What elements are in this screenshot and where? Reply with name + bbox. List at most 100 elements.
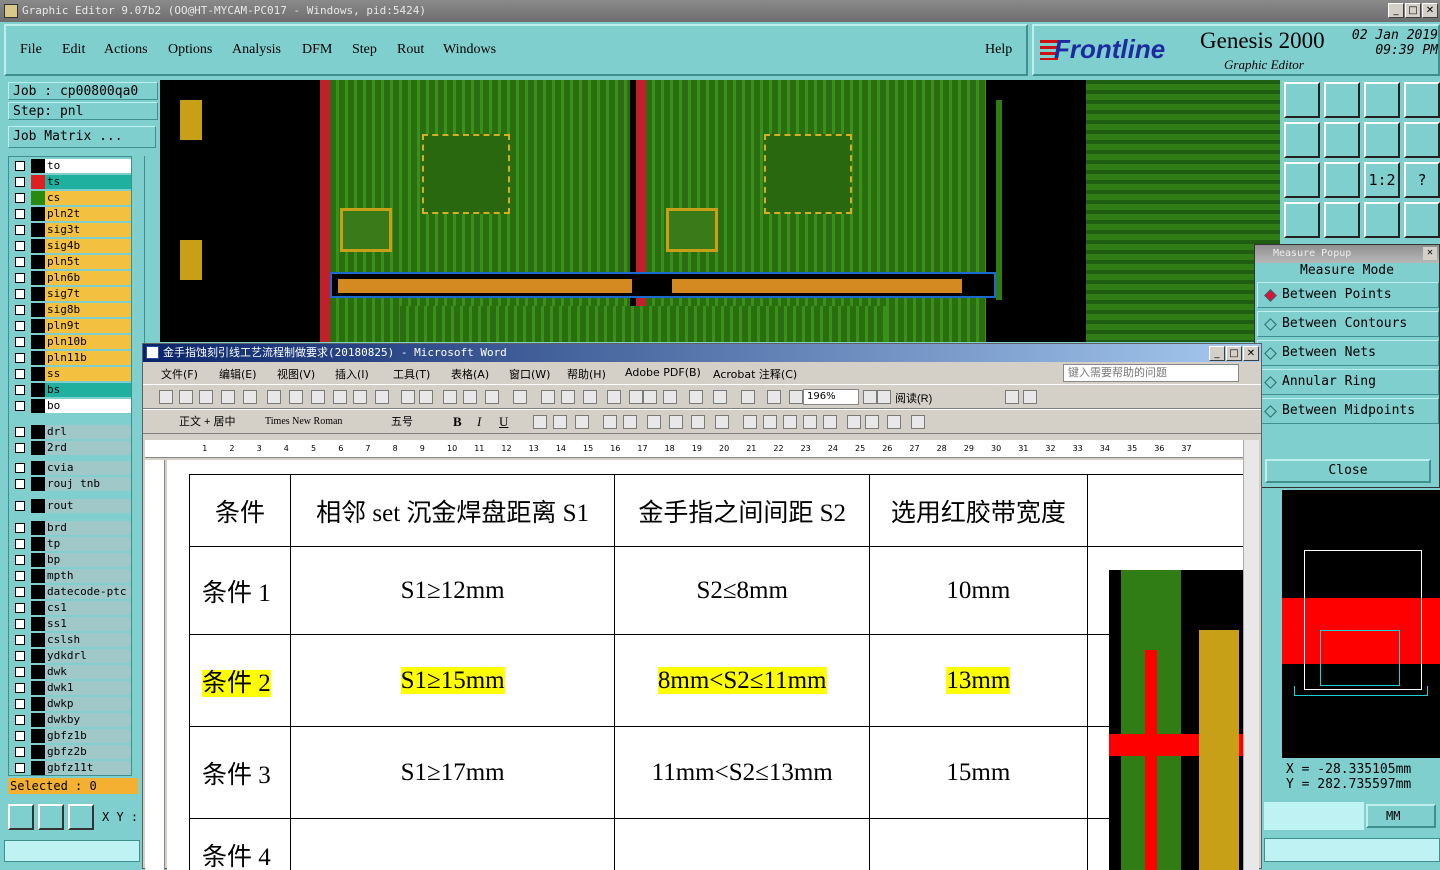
- word-menu-help[interactable]: 帮助(H): [567, 366, 606, 382]
- layer-row[interactable]: rout: [9, 499, 133, 513]
- layer-color-swatch[interactable]: [31, 367, 45, 381]
- down-icon[interactable]: [1324, 82, 1360, 118]
- layer-color-swatch[interactable]: [31, 175, 45, 189]
- layer-checkbox[interactable]: [15, 715, 25, 725]
- layer-color-swatch[interactable]: [31, 425, 45, 439]
- layer-color-swatch[interactable]: [31, 553, 45, 567]
- tool-icon[interactable]: [1284, 202, 1320, 238]
- measure-option-between-midpoints[interactable]: Between Midpoints: [1257, 398, 1439, 424]
- layer-a-icon[interactable]: [1364, 202, 1400, 238]
- toolbar-button-icon[interactable]: [267, 390, 281, 404]
- layer-color-swatch[interactable]: [31, 335, 45, 349]
- layer-checkbox[interactable]: [15, 289, 25, 299]
- measure-close-button[interactable]: Close: [1265, 459, 1431, 483]
- toolbar-button-icon[interactable]: [663, 390, 677, 404]
- layer-row[interactable]: sig4b: [9, 239, 133, 253]
- layer-b-icon[interactable]: [1404, 202, 1440, 238]
- layer-checkbox[interactable]: [15, 479, 25, 489]
- layer-checkbox[interactable]: [15, 241, 25, 251]
- toolbar-button-icon[interactable]: [863, 390, 877, 404]
- right-icon[interactable]: [1324, 122, 1360, 158]
- measure-option-between-contours[interactable]: Between Contours: [1257, 311, 1439, 337]
- layer-row[interactable]: cslsh: [9, 633, 133, 647]
- pcb-graphic-view[interactable]: [160, 80, 1280, 342]
- layer-checkbox[interactable]: [15, 683, 25, 693]
- toolbar-button-icon[interactable]: [877, 390, 891, 404]
- center-icon[interactable]: [1324, 162, 1360, 198]
- toolbar-button-icon[interactable]: [643, 390, 657, 404]
- layer-checkbox[interactable]: [15, 763, 25, 773]
- toolbar-button-icon[interactable]: [669, 415, 683, 429]
- font-select[interactable]: Times New Roman: [265, 414, 383, 430]
- home-icon[interactable]: [1284, 82, 1320, 118]
- grid-tool-icon[interactable]: [68, 804, 94, 830]
- toolbar-button-icon[interactable]: [553, 415, 567, 429]
- layer-color-swatch[interactable]: [31, 633, 45, 647]
- toolbar-button-icon[interactable]: [575, 415, 589, 429]
- toolbar-button-icon[interactable]: [713, 390, 727, 404]
- layer-row[interactable]: pln5t: [9, 255, 133, 269]
- measure-tool-icon[interactable]: [38, 804, 64, 830]
- toolbar-button-icon[interactable]: [419, 390, 433, 404]
- word-maximize-button[interactable]: □: [1226, 346, 1242, 361]
- layer-row[interactable]: dwk: [9, 665, 133, 679]
- layer-color-swatch[interactable]: [31, 287, 45, 301]
- menu-windows[interactable]: Windows: [443, 42, 496, 58]
- layer-row[interactable]: pln6b: [9, 271, 133, 285]
- layer-checkbox[interactable]: [15, 571, 25, 581]
- toolbar-button-icon[interactable]: [443, 390, 457, 404]
- toolbar-button-icon[interactable]: [401, 390, 415, 404]
- layer-color-swatch[interactable]: [31, 569, 45, 583]
- layer-checkbox[interactable]: [15, 443, 25, 453]
- layer-color-swatch[interactable]: [31, 255, 45, 269]
- layer-checkbox[interactable]: [15, 209, 25, 219]
- toolbar-button-icon[interactable]: [743, 415, 757, 429]
- menu-options[interactable]: Options: [168, 42, 212, 58]
- underline-button[interactable]: U: [499, 414, 508, 430]
- layer-row[interactable]: ts: [9, 175, 133, 189]
- layer-color-swatch[interactable]: [31, 207, 45, 221]
- window-icon[interactable]: [1364, 82, 1400, 118]
- layer-row[interactable]: cs1: [9, 601, 133, 615]
- zoom-select[interactable]: 196%: [803, 389, 859, 405]
- layer-checkbox[interactable]: [15, 651, 25, 661]
- layer-row[interactable]: dwkp: [9, 697, 133, 711]
- layer-row[interactable]: dwkby: [9, 713, 133, 727]
- toolbar-button-icon[interactable]: [741, 390, 755, 404]
- layer-checkbox[interactable]: [15, 369, 25, 379]
- toolbar-button-icon[interactable]: [221, 390, 235, 404]
- layer-color-swatch[interactable]: [31, 499, 45, 513]
- select-tool-icon[interactable]: [8, 804, 34, 830]
- units-select[interactable]: MM: [1366, 804, 1436, 828]
- toolbar-button-icon[interactable]: [375, 390, 389, 404]
- layer-color-swatch[interactable]: [31, 745, 45, 759]
- fit-icon[interactable]: [1284, 162, 1320, 198]
- menu-dfm[interactable]: DFM: [302, 42, 332, 58]
- layer-color-swatch[interactable]: [31, 223, 45, 237]
- toolbar-button-icon[interactable]: [463, 390, 477, 404]
- measure-option-between-points[interactable]: Between Points: [1257, 282, 1439, 308]
- maximize-button[interactable]: □: [1405, 3, 1421, 18]
- layer-row[interactable]: bp: [9, 553, 133, 567]
- layer-row[interactable]: mpth: [9, 569, 133, 583]
- toolbar-button-icon[interactable]: [513, 390, 527, 404]
- layer-checkbox[interactable]: [15, 463, 25, 473]
- layer-color-swatch[interactable]: [31, 319, 45, 333]
- layer-checkbox[interactable]: [15, 177, 25, 187]
- toolbar-button-icon[interactable]: [179, 390, 193, 404]
- frame-icon[interactable]: [1404, 82, 1440, 118]
- layer-color-swatch[interactable]: [31, 617, 45, 631]
- layer-row[interactable]: to: [9, 159, 133, 173]
- toolbar-button-icon[interactable]: [623, 415, 637, 429]
- layer-checkbox[interactable]: [15, 635, 25, 645]
- layer-row[interactable]: pln9t: [9, 319, 133, 333]
- layer-color-swatch[interactable]: [31, 477, 45, 491]
- layer-color-swatch[interactable]: [31, 159, 45, 173]
- toolbar-button-icon[interactable]: [333, 390, 347, 404]
- toolbar-button-icon[interactable]: [311, 390, 325, 404]
- toolbar-button-icon[interactable]: [629, 390, 643, 404]
- s-icon[interactable]: [1404, 122, 1440, 158]
- grid-icon[interactable]: [1324, 202, 1360, 238]
- tool-12-button[interactable]: 1:2: [1364, 162, 1400, 198]
- left-icon[interactable]: [1284, 122, 1320, 158]
